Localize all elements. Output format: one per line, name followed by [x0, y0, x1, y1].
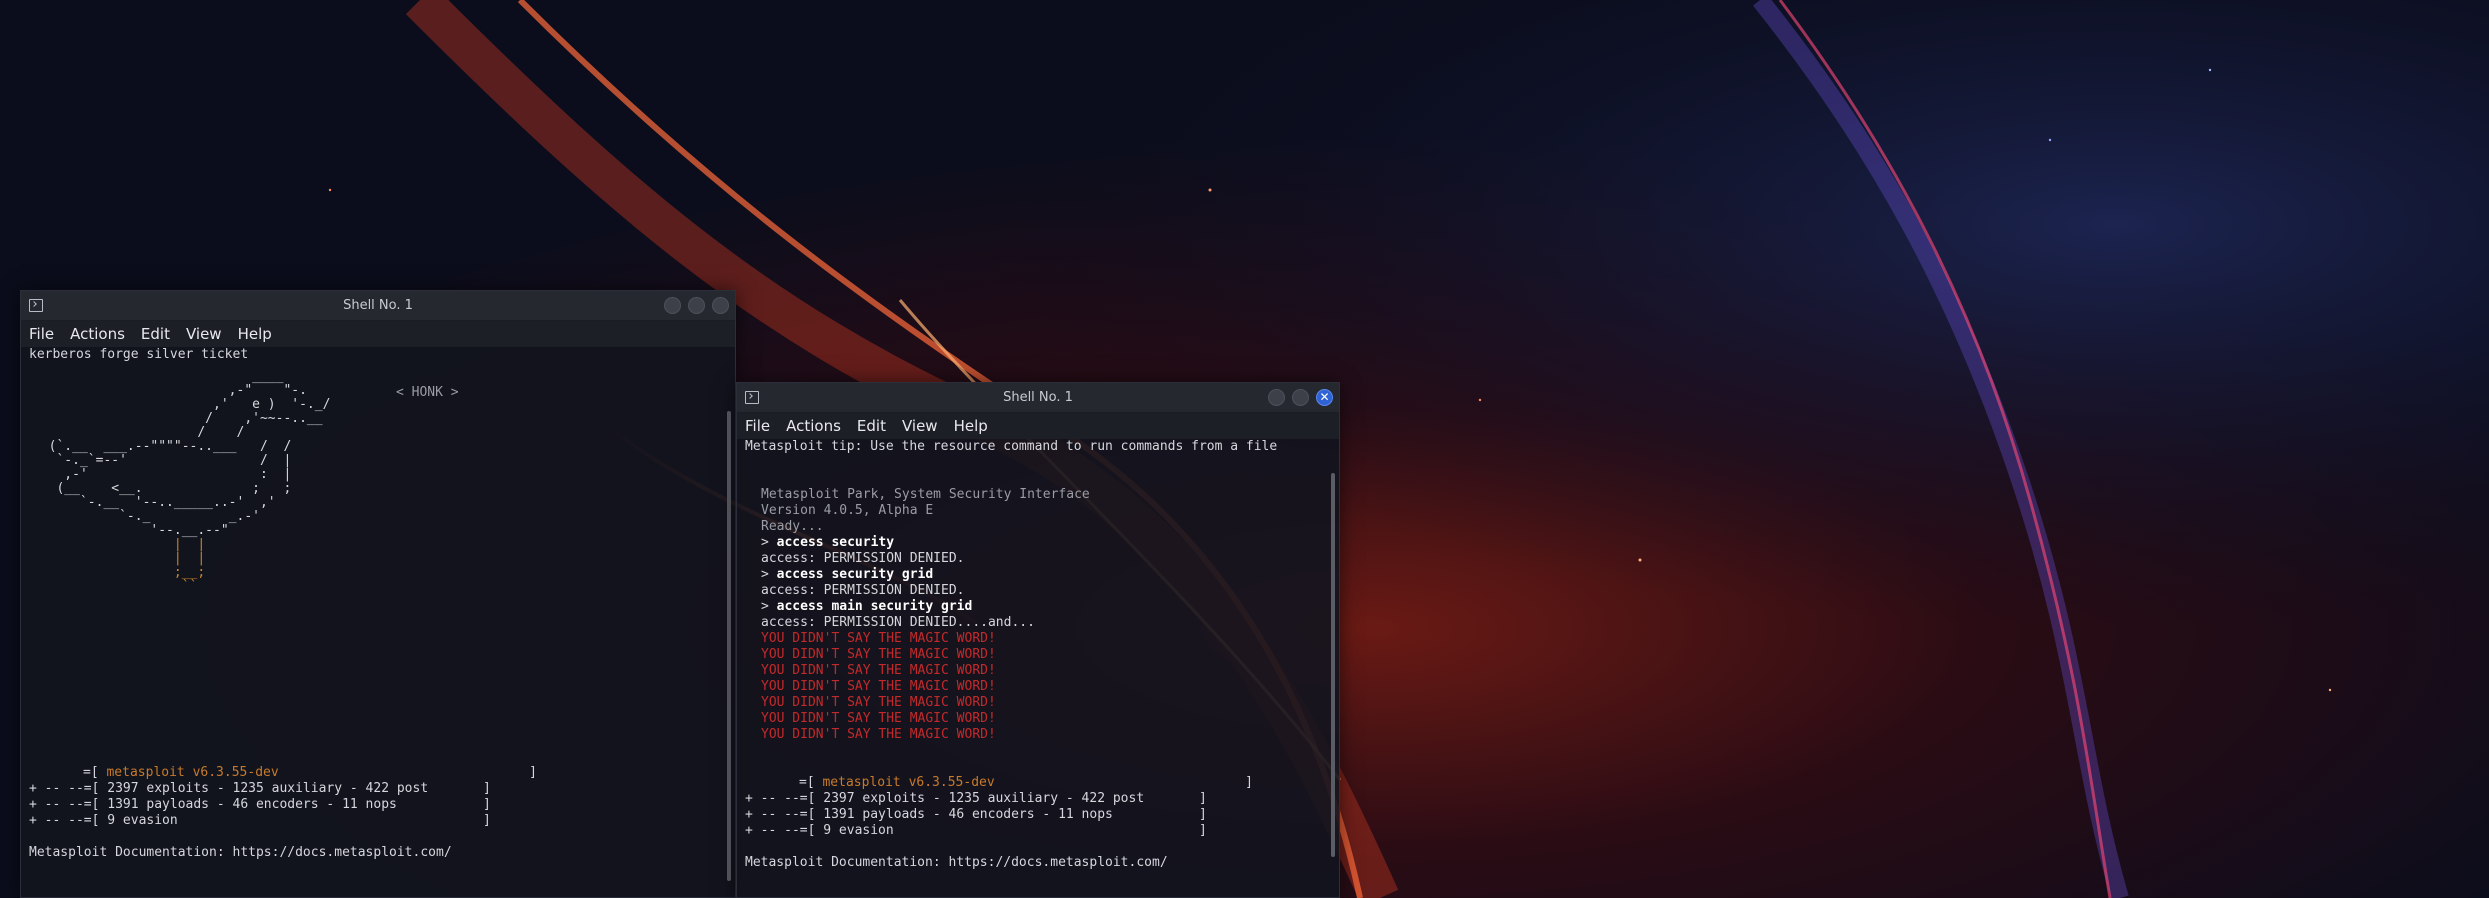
- session-cmd-line: > access security: [761, 535, 895, 550]
- magic-word-line: YOU DIDN'T SAY THE MAGIC WORD!: [761, 695, 996, 710]
- terminal-window-right[interactable]: Shell No. 1 ✕ File Actions Edit View Hel…: [736, 382, 1340, 898]
- terminal-window-left[interactable]: Shell No. 1 File Actions Edit View Help …: [20, 290, 736, 898]
- scrollbar[interactable]: [1331, 473, 1335, 857]
- banner-version: metasploit v6.3.55-dev: [106, 765, 279, 780]
- session-cmd-line: > access main security grid: [761, 599, 973, 614]
- terminal-output[interactable]: Metasploit tip: Use the resource command…: [737, 439, 1339, 897]
- magic-word-line: YOU DIDN'T SAY THE MAGIC WORD!: [761, 727, 996, 742]
- banner-version-line: =[ metasploit v6.3.55-dev ]: [83, 765, 537, 780]
- scrollbar[interactable]: [727, 411, 731, 881]
- park-header-version: Version 4.0.5, Alpha E: [761, 503, 934, 518]
- session-resp-line: access: PERMISSION DENIED.: [761, 583, 965, 598]
- banner-line-payloads: + -- --=[ 1391 payloads - 46 encoders - …: [745, 807, 1207, 822]
- session-resp-line: access: PERMISSION DENIED....and...: [761, 615, 1035, 630]
- command-line: kerberos forge silver ticket: [29, 347, 249, 362]
- minimize-button[interactable]: [664, 297, 681, 314]
- banner-line-exploits: + -- --=[ 2397 exploits - 1235 auxiliary…: [29, 781, 491, 796]
- magic-word-line: YOU DIDN'T SAY THE MAGIC WORD!: [761, 631, 996, 646]
- title-bar[interactable]: Shell No. 1: [21, 291, 735, 321]
- menu-actions[interactable]: Actions: [70, 325, 125, 343]
- menu-edit[interactable]: Edit: [141, 325, 170, 343]
- menu-edit[interactable]: Edit: [857, 417, 886, 435]
- banner-line-evasion: + -- --=[ 9 evasion ]: [745, 823, 1207, 838]
- banner-line-evasion: + -- --=[ 9 evasion ]: [29, 813, 491, 828]
- window-title: Shell No. 1: [343, 298, 413, 313]
- session-cmd-line: > access security grid: [761, 567, 934, 582]
- menu-view[interactable]: View: [902, 417, 938, 435]
- banner-version-line: =[ metasploit v6.3.55-dev ]: [799, 775, 1253, 790]
- banner-line-payloads: + -- --=[ 1391 payloads - 46 encoders - …: [29, 797, 491, 812]
- menu-file[interactable]: File: [29, 325, 54, 343]
- menu-bar: File Actions Edit View Help: [21, 321, 735, 347]
- maximize-button[interactable]: [688, 297, 705, 314]
- menu-view[interactable]: View: [186, 325, 222, 343]
- goose-ascii-art: ____ ,-" "-. ,' e ) '-._/ / ,'~~--..__ /…: [33, 369, 331, 594]
- menu-actions[interactable]: Actions: [786, 417, 841, 435]
- menu-file[interactable]: File: [745, 417, 770, 435]
- magic-word-line: YOU DIDN'T SAY THE MAGIC WORD!: [761, 647, 996, 662]
- tip-line: Metasploit tip: Use the resource command…: [745, 439, 1278, 454]
- magic-word-line: YOU DIDN'T SAY THE MAGIC WORD!: [761, 711, 996, 726]
- magic-word-line: YOU DIDN'T SAY THE MAGIC WORD!: [761, 663, 996, 678]
- banner-line-exploits: + -- --=[ 2397 exploits - 1235 auxiliary…: [745, 791, 1207, 806]
- menu-bar: File Actions Edit View Help: [737, 413, 1339, 439]
- session-resp-line: access: PERMISSION DENIED.: [761, 551, 965, 566]
- menu-help[interactable]: Help: [238, 325, 272, 343]
- terminal-output[interactable]: kerberos forge silver ticket < HONK > __…: [21, 347, 735, 897]
- magic-word-line: YOU DIDN'T SAY THE MAGIC WORD!: [761, 679, 996, 694]
- title-bar[interactable]: Shell No. 1 ✕: [737, 383, 1339, 413]
- banner-version: metasploit v6.3.55-dev: [822, 775, 995, 790]
- doc-line: Metasploit Documentation: https://docs.m…: [29, 845, 452, 860]
- window-title: Shell No. 1: [1003, 390, 1073, 405]
- menu-help[interactable]: Help: [954, 417, 988, 435]
- minimize-button[interactable]: [1268, 389, 1285, 406]
- park-header-ready: Ready...: [761, 519, 824, 534]
- doc-line: Metasploit Documentation: https://docs.m…: [745, 855, 1168, 870]
- park-header-title: Metasploit Park, System Security Interfa…: [761, 487, 1090, 502]
- close-button[interactable]: [712, 297, 729, 314]
- close-button[interactable]: ✕: [1316, 389, 1333, 406]
- maximize-button[interactable]: [1292, 389, 1309, 406]
- honk-bubble: < HONK >: [396, 385, 459, 400]
